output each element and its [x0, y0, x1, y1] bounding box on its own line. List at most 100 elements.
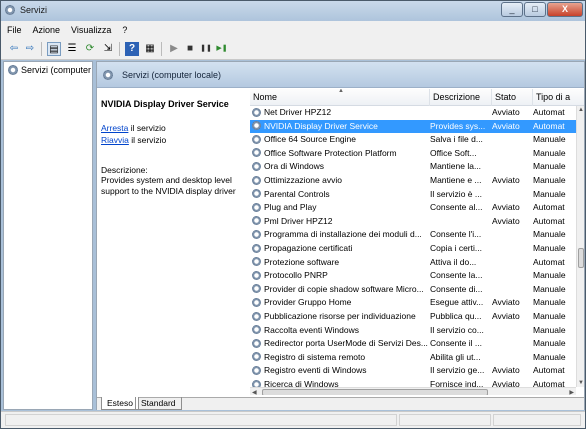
start-service-icon[interactable]: ▶ [167, 42, 181, 56]
export-list-icon[interactable]: ⇲ [101, 42, 115, 56]
service-name-cell: Ottimizzazione avvio [252, 175, 428, 185]
tree-item-services-local[interactable]: Servizi (computer [8, 65, 91, 75]
service-gear-icon [252, 365, 261, 375]
service-row[interactable]: Raccolta eventi Windows Il servizio co...… [250, 324, 576, 338]
menu-azione[interactable]: Azione [33, 25, 61, 35]
service-name-cell: Registro di sistema remoto [252, 352, 428, 362]
menu-file[interactable]: File [7, 25, 22, 35]
column-header-startup-type[interactable]: Tipo di a [533, 89, 584, 106]
service-startup-type: Manuale [533, 324, 566, 335]
stop-service-link[interactable]: Arresta [101, 123, 128, 133]
service-row[interactable]: Pubblicazione risorse per individuazione… [250, 310, 576, 324]
restart-service-line: Riavvia il servizio [101, 135, 245, 145]
vertical-scroll-thumb[interactable] [578, 248, 584, 268]
service-row[interactable]: Redirector porta UserMode di Servizi Des… [250, 337, 576, 351]
service-name-cell: Redirector porta UserMode di Servizi Des… [252, 338, 428, 348]
service-row[interactable]: Registro eventi di Windows Il servizio ge… [250, 364, 576, 378]
maximize-button[interactable]: □ [524, 2, 546, 17]
service-row[interactable]: Protocollo PNRP Consente la... Manuale [250, 269, 576, 283]
service-row[interactable]: Propagazione certificati Copia i certi...… [250, 242, 576, 256]
back-arrow-icon[interactable]: ⇦ [7, 42, 21, 56]
service-startup-type: Manuale [533, 283, 566, 294]
forward-arrow-icon[interactable]: ⇨ [23, 42, 37, 56]
service-gear-icon [252, 284, 261, 294]
services-gear-icon [103, 70, 113, 80]
service-status: Avviato [492, 175, 520, 185]
tab-standard[interactable]: Standard [135, 397, 182, 410]
restart-service-suffix: il servizio [128, 135, 167, 145]
console-tree-icon[interactable]: ▤ [47, 42, 61, 56]
service-description: Fornisce ind... [430, 379, 484, 387]
menu-visualizza[interactable]: Visualizza [71, 25, 111, 35]
close-button[interactable]: X [547, 2, 583, 17]
service-row[interactable]: Plug and Play Consente al... Avviato Automa… [250, 201, 576, 215]
service-row[interactable]: Registro di sistema remoto Abilita gli ut… [250, 351, 576, 365]
service-name: Parental Controls [264, 188, 330, 199]
service-name: Registro di sistema remoto [264, 351, 366, 362]
horizontal-scrollbar[interactable]: ◀ ▶ [250, 387, 576, 395]
properties-icon[interactable]: ▦ [143, 42, 157, 56]
tab-esteso[interactable]: Esteso [101, 397, 139, 410]
restart-service-icon[interactable]: ▶❚ [215, 42, 229, 56]
service-startup-type: Manuale [533, 147, 566, 158]
scroll-down-arrow-icon[interactable]: ▼ [578, 380, 584, 386]
pane-header: Servizi (computer locale) [97, 62, 584, 88]
service-row[interactable]: Pml Driver HPZ12 Avviato Automat [250, 215, 576, 229]
service-startup-type: Manuale [533, 270, 566, 281]
service-row[interactable]: Protezione software Attiva il do... Automa… [250, 256, 576, 270]
status-bar [1, 411, 585, 428]
column-header-status[interactable]: Stato [492, 89, 533, 106]
window-title: Servizi [20, 5, 48, 15]
service-row[interactable]: Provider Gruppo Home Esegue attiv... Avvia… [250, 296, 576, 310]
service-startup-type: Manuale [533, 351, 566, 362]
service-description: Attiva il do... [430, 256, 477, 267]
service-startup-type: Manuale [533, 229, 566, 240]
column-header-description[interactable]: Descrizione [430, 89, 492, 106]
service-name-cell: Net Driver HPZ12 [252, 107, 428, 117]
service-row[interactable]: Net Driver HPZ12 Avviato Automat [250, 106, 576, 120]
menu-help[interactable]: ? [122, 25, 127, 35]
restart-service-link[interactable]: Riavvia [101, 135, 129, 145]
horizontal-scroll-thumb[interactable] [262, 389, 488, 395]
help-icon[interactable]: ? [125, 42, 139, 56]
service-status: Avviato [492, 297, 520, 308]
service-row[interactable]: Parental Controls Il servizio è ... Manual… [250, 188, 576, 202]
service-name: Provider Gruppo Home [264, 297, 352, 308]
service-row[interactable]: Ora di Windows Mantiene la... Manuale [250, 160, 576, 174]
service-row[interactable]: Programma di installazione dei moduli d.… [250, 228, 576, 242]
service-row[interactable]: Ottimizzazione avvio Mantiene e ... Avviat… [250, 174, 576, 188]
vertical-scrollbar[interactable]: ▲ ▼ [576, 106, 584, 387]
service-row[interactable]: Office 64 Source Engine Salva i file d...… [250, 133, 576, 147]
service-name: NVIDIA Display Driver Service [264, 120, 378, 131]
minimize-button[interactable]: _ [501, 2, 523, 17]
service-row[interactable]: Provider di copie shadow software Micro.… [250, 283, 576, 297]
refresh-icon[interactable]: ⟳ [83, 42, 97, 56]
title-bar[interactable]: Servizi _ □ X [1, 1, 585, 21]
service-row[interactable]: NVIDIA Display Driver Service Provides sy… [250, 119, 576, 134]
stop-service-icon[interactable]: ■ [183, 42, 197, 56]
service-row[interactable]: Ricerca di Windows Fornisce ind... Avviato… [250, 378, 576, 387]
status-section-right [493, 414, 581, 426]
scroll-right-arrow-icon[interactable]: ▶ [569, 389, 574, 395]
service-description: Esegue attiv... [430, 297, 484, 308]
service-name: Office Software Protection Platform [264, 147, 397, 158]
service-gear-icon [252, 338, 261, 348]
scroll-left-arrow-icon[interactable]: ◀ [252, 389, 257, 395]
service-name: Protocollo PNRP [264, 270, 328, 281]
service-startup-type: Automat [533, 256, 565, 267]
service-description: Abilita gli ut... [430, 351, 481, 362]
scroll-up-arrow-icon[interactable]: ▲ [578, 107, 584, 113]
toolbar-separator [41, 42, 42, 56]
column-header-name[interactable]: Nome [250, 89, 430, 106]
pause-service-icon[interactable]: ❚❚ [199, 42, 213, 56]
service-name-cell: Propagazione certificati [252, 243, 428, 253]
service-row[interactable]: Office Software Protection Platform Offic… [250, 147, 576, 161]
description-text: Provides system and desktop level suppor… [101, 175, 236, 196]
service-description: Consente la... [430, 270, 483, 281]
service-gear-icon [252, 175, 261, 185]
services-pane: Servizi (computer locale) NVIDIA Display… [96, 61, 585, 410]
service-name: Programma di installazione dei moduli d.… [264, 229, 422, 240]
toolbar: ⇦ ⇨ ▤ ☰ ⟳ ⇲ ? ▦ ▶ ■ ❚❚ ▶❚ [1, 38, 585, 60]
list-view-icon[interactable]: ☰ [65, 42, 79, 56]
service-description: Consente al... [430, 202, 483, 213]
